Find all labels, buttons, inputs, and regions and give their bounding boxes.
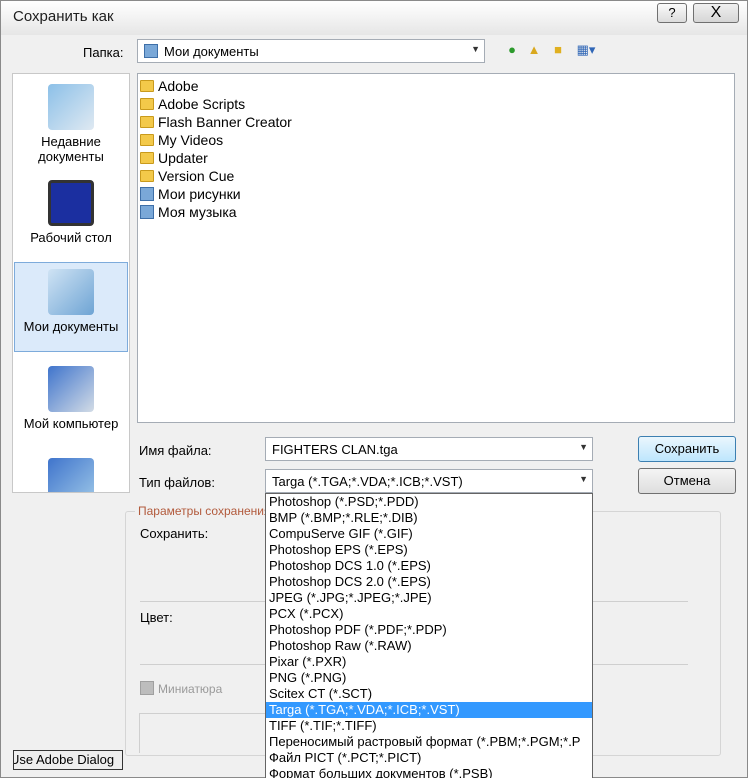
up-folder-icon[interactable]: ▲ xyxy=(525,41,543,59)
dropdown-option[interactable]: Photoshop EPS (*.EPS) xyxy=(266,542,592,558)
back-icon[interactable]: ● xyxy=(503,41,521,59)
my-computer-icon xyxy=(48,366,94,412)
filetype-dropdown-list[interactable]: Photoshop (*.PSD;*.PDD) BMP (*.BMP;*.RLE;… xyxy=(265,493,593,778)
thumbnail-label: Миниатюра xyxy=(158,682,223,696)
filetype-value: Targa (*.TGA;*.VDA;*.ICB;*.VST) xyxy=(272,474,463,489)
pictures-folder-icon xyxy=(140,187,154,201)
cancel-button[interactable]: Отмена xyxy=(638,468,736,494)
filename-value: FIGHTERS CLAN.tga xyxy=(272,442,398,457)
use-adobe-dialog-button[interactable]: Use Adobe Dialog xyxy=(13,750,123,770)
dropdown-option[interactable]: JPEG (*.JPG;*.JPEG;*.JPE) xyxy=(266,590,592,606)
new-folder-icon[interactable]: ■ xyxy=(549,41,567,59)
dropdown-option[interactable]: Переносимый растровый формат (*.PBM;*.PG… xyxy=(266,734,592,750)
place-label: Рабочий стол xyxy=(30,230,112,245)
place-desktop[interactable]: Рабочий стол xyxy=(14,174,128,264)
dropdown-option[interactable]: Photoshop Raw (*.RAW) xyxy=(266,638,592,654)
desktop-icon xyxy=(48,180,94,226)
dropdown-option[interactable]: TIFF (*.TIF;*.TIFF) xyxy=(266,718,592,734)
filename-label: Имя файла: xyxy=(139,443,212,458)
folder-icon xyxy=(140,98,154,110)
places-bar: Недавние документы Рабочий стол Мои доку… xyxy=(12,73,130,493)
list-item[interactable]: Мои рисунки xyxy=(140,186,241,204)
list-item[interactable]: Adobe Scripts xyxy=(140,96,245,114)
place-network[interactable] xyxy=(14,452,128,492)
dropdown-option[interactable]: Формат больших документов (*.PSB) xyxy=(266,766,592,778)
save-as-dialog: Сохранить как ? X Папка: Мои документы ▼… xyxy=(0,0,748,778)
title-bar: Сохранить как ? X xyxy=(1,1,747,35)
dropdown-option[interactable]: BMP (*.BMP;*.RLE;*.DIB) xyxy=(266,510,592,526)
folder-label: Папка: xyxy=(83,45,124,60)
my-documents-icon xyxy=(48,269,94,315)
my-documents-icon xyxy=(144,44,158,58)
recent-documents-icon xyxy=(48,84,94,130)
thumbnail-checkbox[interactable] xyxy=(140,681,154,695)
dropdown-option[interactable]: Photoshop DCS 1.0 (*.EPS) xyxy=(266,558,592,574)
help-button[interactable]: ? xyxy=(657,3,687,23)
list-item[interactable]: Моя музыка xyxy=(140,204,237,222)
place-recent[interactable]: Недавние документы xyxy=(14,78,128,174)
dropdown-option[interactable]: Pixar (*.PXR) xyxy=(266,654,592,670)
chevron-down-icon: ▼ xyxy=(579,442,588,452)
save-options-title: Параметры сохранения xyxy=(135,504,274,518)
place-my-documents[interactable]: Мои документы xyxy=(14,262,128,352)
dropdown-option[interactable]: Photoshop (*.PSD;*.PDD) xyxy=(266,494,592,510)
folder-combo[interactable]: Мои документы ▼ xyxy=(137,39,485,63)
filetype-label: Тип файлов: xyxy=(139,475,215,490)
dropdown-option[interactable]: CompuServe GIF (*.GIF) xyxy=(266,526,592,542)
save-button[interactable]: Сохранить xyxy=(638,436,736,462)
filename-input[interactable]: FIGHTERS CLAN.tga ▼ xyxy=(265,437,593,461)
dropdown-option[interactable]: Targa (*.TGA;*.VDA;*.ICB;*.VST) xyxy=(266,702,592,718)
close-button[interactable]: X xyxy=(693,3,739,23)
place-my-computer[interactable]: Мой компьютер xyxy=(14,360,128,450)
place-label: Мой компьютер xyxy=(23,416,119,431)
save-label: Сохранить: xyxy=(140,526,209,541)
dropdown-option[interactable]: Файл PICT (*.PCT;*.PICT) xyxy=(266,750,592,766)
file-list[interactable]: Adobe Adobe Scripts Flash Banner Creator… xyxy=(137,73,735,423)
window-title: Сохранить как xyxy=(13,8,114,25)
chevron-down-icon: ▼ xyxy=(579,474,588,484)
place-label: Недавние документы xyxy=(38,134,104,164)
list-item[interactable]: Flash Banner Creator xyxy=(140,114,292,132)
network-icon xyxy=(48,458,94,492)
list-item[interactable]: My Videos xyxy=(140,132,223,150)
filetype-select[interactable]: Targa (*.TGA;*.VDA;*.ICB;*.VST) ▼ xyxy=(265,469,593,493)
folder-icon xyxy=(140,152,154,164)
color-label: Цвет: xyxy=(140,610,173,625)
view-menu-icon[interactable]: ▦▾ xyxy=(573,41,599,59)
folder-icon xyxy=(140,80,154,92)
folder-icon xyxy=(140,170,154,182)
dropdown-option[interactable]: Scitex CT (*.SCT) xyxy=(266,686,592,702)
music-folder-icon xyxy=(140,205,154,219)
folder-value: Мои документы xyxy=(164,44,259,59)
list-item[interactable]: Updater xyxy=(140,150,208,168)
list-item[interactable]: Adobe xyxy=(140,78,198,96)
folder-icon xyxy=(140,116,154,128)
chevron-down-icon: ▼ xyxy=(471,44,480,54)
place-label: Мои документы xyxy=(23,319,119,334)
folder-icon xyxy=(140,134,154,146)
dropdown-option[interactable]: Photoshop PDF (*.PDF;*.PDP) xyxy=(266,622,592,638)
dropdown-option[interactable]: Photoshop DCS 2.0 (*.EPS) xyxy=(266,574,592,590)
list-item[interactable]: Version Cue xyxy=(140,168,234,186)
divider xyxy=(139,713,140,753)
dropdown-option[interactable]: PCX (*.PCX) xyxy=(266,606,592,622)
dropdown-option[interactable]: PNG (*.PNG) xyxy=(266,670,592,686)
